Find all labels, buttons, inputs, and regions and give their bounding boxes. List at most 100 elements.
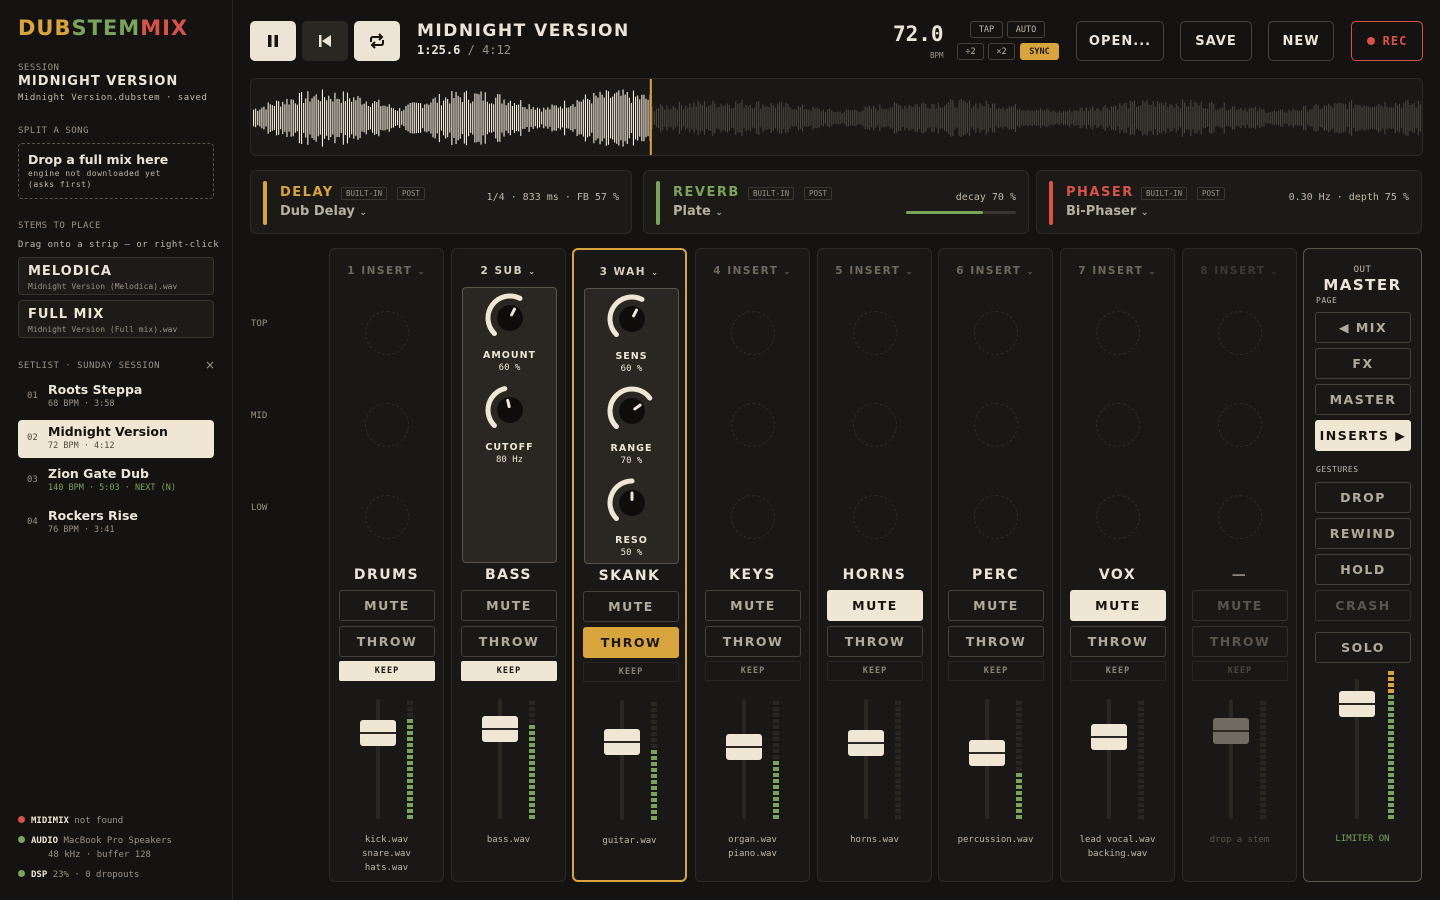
pause-button[interactable] <box>250 21 296 61</box>
fader-cap[interactable] <box>604 729 640 755</box>
insert-header[interactable]: 7 INSERT ⌄ <box>1061 265 1174 277</box>
mute-button[interactable]: MUTE <box>948 590 1044 621</box>
fader-cap[interactable] <box>726 734 762 760</box>
keep-toggle[interactable]: KEEP <box>827 661 923 681</box>
empty-insert-slot[interactable] <box>731 495 775 539</box>
knob-cutoff[interactable]: CUTOFF 80 Hz <box>463 384 556 465</box>
mute-button[interactable]: MUTE <box>1192 590 1288 621</box>
mute-button[interactable]: MUTE <box>705 590 801 621</box>
empty-insert-slot[interactable] <box>974 403 1018 447</box>
insert-header[interactable]: 6 INSERT ⌄ <box>939 265 1052 277</box>
throw-button[interactable]: THROW <box>461 626 557 657</box>
insert-header[interactable]: 5 INSERT ⌄ <box>818 265 931 277</box>
gesture-drop-button[interactable]: DROP <box>1315 482 1411 513</box>
fader-cap[interactable] <box>360 719 396 746</box>
stem-card-full-mix[interactable]: FULL MIX Midnight Version (Full mix).wav <box>18 300 214 338</box>
skip-back-button[interactable] <box>302 21 348 61</box>
sync-button[interactable]: SYNC <box>1020 43 1059 60</box>
new-button[interactable]: NEW <box>1268 21 1334 61</box>
loop-button[interactable] <box>354 21 400 61</box>
fx-slot-phaser[interactable]: PHASER BUILT-IN POST Bi-Phaser ⌄ 0.30 Hz… <box>1036 170 1422 234</box>
keep-toggle[interactable]: KEEP <box>1192 661 1288 681</box>
channel-strip[interactable]: 5 INSERT ⌄ HORNS MUTE THROW KEEP horns.wav <box>817 248 932 882</box>
throw-button[interactable]: THROW <box>948 626 1044 657</box>
empty-insert-slot[interactable] <box>1218 311 1262 355</box>
setlist-item-active[interactable]: 02 Midnight Version 72 BPM · 4:12 <box>18 420 214 458</box>
throw-button[interactable]: THROW <box>339 626 435 657</box>
insert-header[interactable]: 8 INSERT ⌄ <box>1183 265 1296 277</box>
empty-insert-slot[interactable] <box>365 403 409 447</box>
empty-insert-slot[interactable] <box>731 311 775 355</box>
knob-range[interactable]: RANGE 70 % <box>585 385 678 466</box>
fx-preset-select[interactable]: Dub Delay ⌄ <box>280 204 367 219</box>
fader-cap[interactable] <box>1213 718 1249 745</box>
insert-header[interactable]: 4 INSERT ⌄ <box>696 265 809 277</box>
channel-strip[interactable]: 2 SUB ⌄ BASS MUTE THROW KEEP bass.wav AMOUNT 60… <box>451 248 566 882</box>
throw-button[interactable]: THROW <box>1070 626 1166 657</box>
insert-header[interactable]: 2 SUB ⌄ <box>452 265 565 277</box>
gesture-hold-button[interactable]: HOLD <box>1315 554 1411 585</box>
empty-insert-slot[interactable] <box>1096 403 1140 447</box>
open-button[interactable]: OPEN... <box>1076 21 1164 61</box>
double-tempo-button[interactable]: ×2 <box>988 43 1015 60</box>
empty-insert-slot[interactable] <box>974 495 1018 539</box>
mute-button[interactable]: MUTE <box>1070 590 1166 621</box>
fx-slot-reverb[interactable]: REVERB BUILT-IN POST Plate ⌄ decay 70 % <box>643 170 1029 234</box>
fader-track[interactable] <box>1229 699 1233 819</box>
save-button[interactable]: SAVE <box>1180 21 1252 61</box>
keep-toggle[interactable]: KEEP <box>705 661 801 681</box>
page-fx-button[interactable]: FX <box>1315 348 1411 379</box>
mute-button[interactable]: MUTE <box>461 590 557 621</box>
fx-preset-select[interactable]: Plate ⌄ <box>673 204 723 219</box>
fader-cap[interactable] <box>1091 724 1127 751</box>
mute-button[interactable]: MUTE <box>339 590 435 621</box>
knob-sens[interactable]: SENS 60 % <box>585 293 678 374</box>
throw-button[interactable]: THROW <box>827 626 923 657</box>
keep-toggle[interactable]: KEEP <box>583 662 679 682</box>
empty-insert-slot[interactable] <box>1218 403 1262 447</box>
setlist-item[interactable]: 01 Roots Steppa 68 BPM · 3:58 <box>18 378 214 416</box>
fader-track[interactable] <box>1107 699 1111 819</box>
rec-button[interactable]: REC <box>1351 21 1423 61</box>
setlist-item[interactable]: 04 Rockers Rise 76 BPM · 3:41 <box>18 504 214 542</box>
empty-insert-slot[interactable] <box>731 403 775 447</box>
page-inserts-button[interactable]: INSERTS ▶ <box>1315 420 1411 451</box>
master-fader-cap[interactable] <box>1339 691 1375 718</box>
split-dropzone[interactable]: Drop a full mix here engine not download… <box>18 143 214 199</box>
empty-insert-slot[interactable] <box>1218 495 1262 539</box>
keep-toggle[interactable]: KEEP <box>461 661 557 681</box>
reverb-amount-bar[interactable] <box>906 211 1016 214</box>
channel-strip[interactable]: 4 INSERT ⌄ KEYS MUTE THROW KEEP organ.wav pian… <box>695 248 810 882</box>
empty-insert-slot[interactable] <box>365 495 409 539</box>
page-master-button[interactable]: MASTER <box>1315 384 1411 415</box>
channel-strip[interactable]: 6 INSERT ⌄ PERC MUTE THROW KEEP percussion.wa… <box>938 248 1053 882</box>
channel-strip[interactable]: 8 INSERT ⌄ — MUTE THROW KEEP drop a stem <box>1182 248 1297 882</box>
mute-button[interactable]: MUTE <box>827 590 923 621</box>
knob-reso[interactable]: RESO 50 % <box>585 477 678 558</box>
keep-toggle[interactable]: KEEP <box>339 661 435 681</box>
empty-insert-slot[interactable] <box>853 495 897 539</box>
fader-cap[interactable] <box>482 716 518 742</box>
channel-strip[interactable]: 1 INSERT ⌄ DRUMS MUTE THROW KEEP kick.wav snar… <box>329 248 444 882</box>
channel-strip[interactable]: 3 WAH ⌄ SKANK MUTE THROW KEEP guitar.wav SENS 6… <box>572 248 687 882</box>
stem-card-melodica[interactable]: MELODICA Midnight Version (Melodica).wav <box>18 257 214 295</box>
empty-insert-slot[interactable] <box>1096 495 1140 539</box>
keep-toggle[interactable]: KEEP <box>948 661 1044 681</box>
empty-insert-slot[interactable] <box>853 311 897 355</box>
gesture-crash-button[interactable]: CRASH <box>1315 590 1411 621</box>
empty-insert-slot[interactable] <box>974 311 1018 355</box>
fader-cap[interactable] <box>848 730 884 757</box>
throw-button[interactable]: THROW <box>1192 626 1288 657</box>
waveform-display[interactable] <box>250 78 1423 156</box>
empty-insert-slot[interactable] <box>365 311 409 355</box>
page-mix-button[interactable]: ◀ MIX <box>1315 312 1411 343</box>
mute-button[interactable]: MUTE <box>583 591 679 622</box>
tap-button[interactable]: TAP <box>970 21 1003 38</box>
throw-button[interactable]: THROW <box>583 627 679 658</box>
fx-preset-select[interactable]: Bi-Phaser ⌄ <box>1066 204 1148 219</box>
fader-track[interactable] <box>620 700 624 820</box>
throw-button[interactable]: THROW <box>705 626 801 657</box>
empty-insert-slot[interactable] <box>1096 311 1140 355</box>
auto-button[interactable]: AUTO <box>1007 21 1045 38</box>
fx-slot-delay[interactable]: DELAY BUILT-IN POST Dub Delay ⌄ 1/4 · 83… <box>250 170 632 234</box>
